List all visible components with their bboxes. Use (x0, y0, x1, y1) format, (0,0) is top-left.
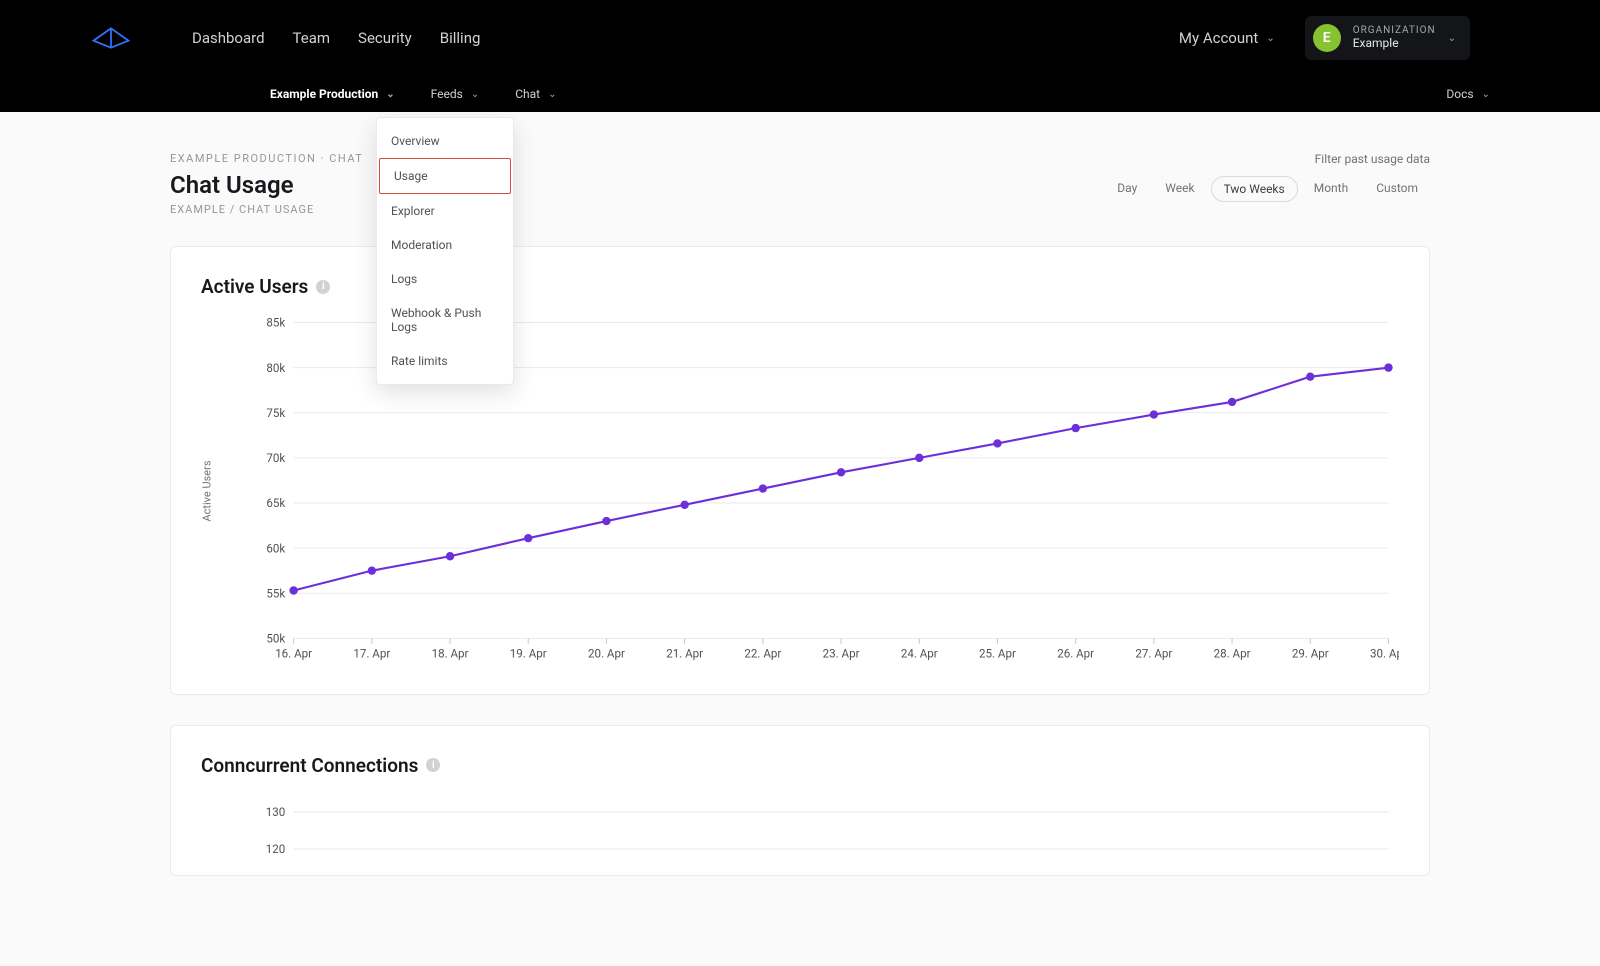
svg-text:50k: 50k (266, 632, 285, 646)
project-selector[interactable]: Example Production ⌄ (270, 87, 395, 101)
page-content: OverviewUsageExplorerModerationLogsWebho… (160, 112, 1440, 966)
svg-text:85k: 85k (266, 316, 285, 330)
chevron-down-icon: ⌄ (1266, 33, 1274, 44)
svg-text:120: 120 (266, 842, 286, 856)
svg-text:23. Apr: 23. Apr (823, 646, 860, 660)
nav-billing[interactable]: Billing (440, 29, 481, 47)
card-title-label: Conncurrent Connections (201, 754, 418, 777)
svg-text:27. Apr: 27. Apr (1135, 646, 1172, 660)
top-nav: Dashboard Team Security Billing My Accou… (0, 0, 1600, 76)
svg-text:22. Apr: 22. Apr (744, 646, 781, 660)
svg-text:18. Apr: 18. Apr (432, 646, 469, 660)
nav-dashboard[interactable]: Dashboard (192, 29, 265, 47)
dropdown-item[interactable]: Rate limits (377, 344, 513, 378)
info-icon[interactable]: i (316, 280, 330, 294)
dropdown-item[interactable]: Moderation (377, 228, 513, 262)
subnav-label: Chat (515, 87, 540, 101)
logo-icon[interactable] (90, 24, 132, 52)
info-icon[interactable]: i (426, 758, 440, 772)
sub-nav: Example Production ⌄ Feeds ⌄ Chat ⌄ Docs… (0, 76, 1600, 112)
page-title: Chat Usage (170, 171, 363, 199)
svg-text:26. Apr: 26. Apr (1057, 646, 1094, 660)
svg-text:20. Apr: 20. Apr (588, 646, 625, 660)
y-axis-label: Active Users (201, 460, 214, 521)
org-switcher[interactable]: E ORGANIZATION Example ⌄ (1305, 16, 1470, 60)
svg-text:19. Apr: 19. Apr (510, 646, 547, 660)
svg-text:55k: 55k (266, 586, 285, 600)
subnav-docs[interactable]: Docs ⌄ (1446, 87, 1490, 101)
filter-option[interactable]: Day (1105, 176, 1149, 202)
my-account-label: My Account (1179, 29, 1258, 47)
svg-text:65k: 65k (266, 496, 285, 510)
svg-text:17. Apr: 17. Apr (353, 646, 390, 660)
dropdown-item[interactable]: Explorer (377, 194, 513, 228)
filter-block: Filter past usage data DayWeekTwo WeeksM… (1105, 152, 1430, 202)
chevron-down-icon: ⌄ (471, 89, 479, 100)
subnav-label: Docs (1446, 87, 1473, 101)
svg-text:21. Apr: 21. Apr (666, 646, 703, 660)
dropdown-item[interactable]: Overview (377, 124, 513, 158)
svg-text:28. Apr: 28. Apr (1214, 646, 1251, 660)
svg-text:130: 130 (266, 805, 286, 819)
svg-text:29. Apr: 29. Apr (1292, 646, 1329, 660)
filter-option[interactable]: Month (1302, 176, 1360, 202)
svg-text:16. Apr: 16. Apr (275, 646, 312, 660)
dropdown-item[interactable]: Usage (379, 158, 511, 194)
subnav-feeds[interactable]: Feeds ⌄ (431, 87, 480, 101)
nav-team[interactable]: Team (293, 29, 331, 47)
svg-text:30. Apr: 30. Apr (1370, 646, 1399, 660)
svg-text:24. Apr: 24. Apr (901, 646, 938, 660)
concurrent-chart: 130 120 (201, 791, 1399, 865)
svg-text:60k: 60k (266, 541, 285, 555)
subnav-label: Feeds (431, 87, 463, 101)
subnav-chat[interactable]: Chat ⌄ (515, 87, 556, 101)
chat-dropdown-menu: OverviewUsageExplorerModerationLogsWebho… (376, 117, 514, 385)
filter-option[interactable]: Week (1153, 176, 1206, 202)
svg-text:80k: 80k (266, 361, 285, 375)
chevron-down-icon: ⌄ (386, 89, 394, 100)
breadcrumb-top: EXAMPLE PRODUCTION · CHAT (170, 152, 363, 165)
org-heading: ORGANIZATION (1353, 25, 1436, 36)
my-account-menu[interactable]: My Account ⌄ (1179, 29, 1275, 47)
dropdown-item[interactable]: Webhook & Push Logs (377, 296, 513, 344)
filter-label: Filter past usage data (1105, 152, 1430, 166)
org-name: Example (1353, 36, 1399, 50)
concurrent-connections-card: Conncurrent Connections i 130 120 (170, 725, 1430, 876)
filter-segmented: DayWeekTwo WeeksMonthCustom (1105, 176, 1430, 202)
breadcrumb-bottom: EXAMPLE / CHAT USAGE (170, 203, 363, 216)
nav-security[interactable]: Security (358, 29, 412, 47)
project-name: Example Production (270, 87, 378, 101)
active-users-card: Active Users i Active Users 50k 55k 60k 65k… (170, 246, 1430, 695)
filter-option[interactable]: Custom (1364, 176, 1430, 202)
svg-text:25. Apr: 25. Apr (979, 646, 1016, 660)
org-avatar: E (1313, 24, 1341, 52)
card-title-label: Active Users (201, 275, 308, 298)
primary-nav: Dashboard Team Security Billing (192, 29, 480, 47)
filter-option[interactable]: Two Weeks (1211, 176, 1298, 202)
chevron-down-icon: ⌄ (548, 89, 556, 100)
dropdown-item[interactable]: Logs (377, 262, 513, 296)
svg-text:70k: 70k (266, 451, 285, 465)
chevron-down-icon: ⌄ (1448, 33, 1456, 44)
svg-text:75k: 75k (266, 406, 285, 420)
chevron-down-icon: ⌄ (1482, 89, 1490, 100)
